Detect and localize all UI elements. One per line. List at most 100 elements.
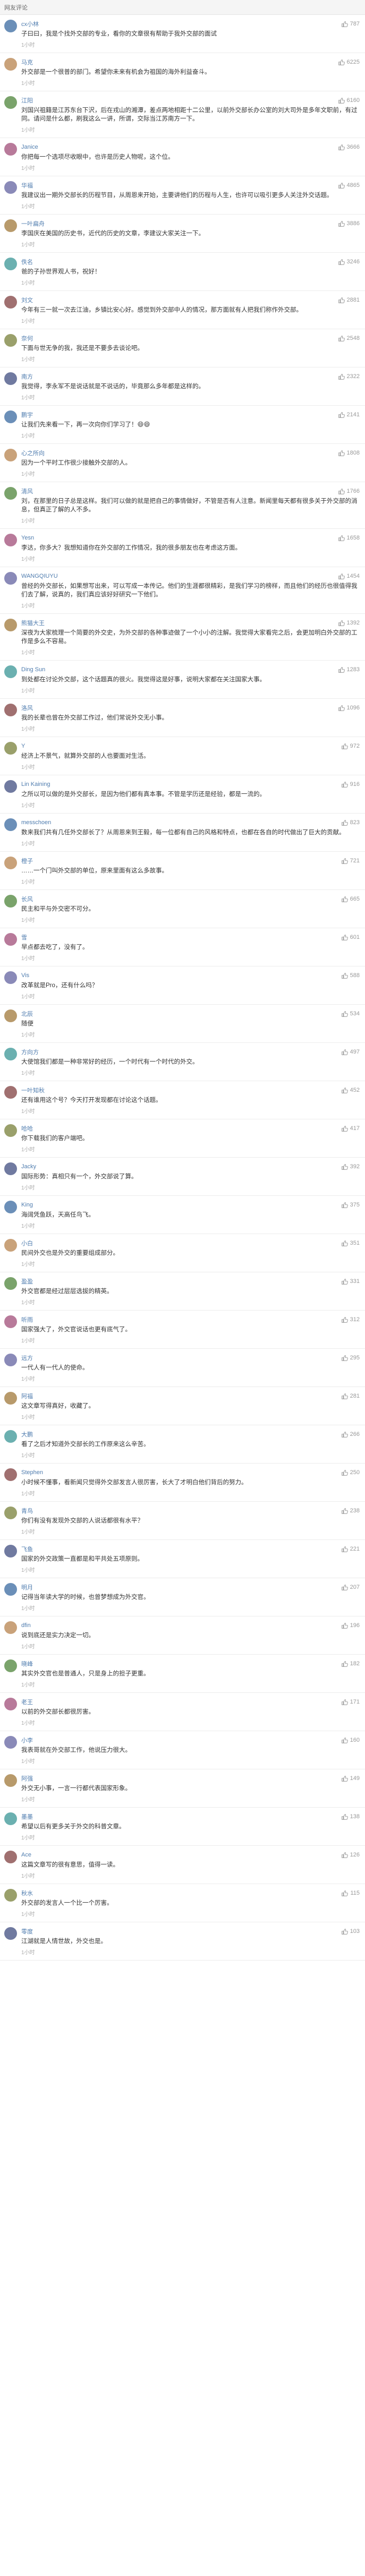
like-button[interactable]: 351 [341,1240,360,1247]
avatar[interactable] [4,971,17,984]
comment-author[interactable]: 晓峰 [21,1659,341,1668]
like-button[interactable]: 3246 [338,259,360,266]
avatar[interactable] [4,372,17,385]
comment-author[interactable]: 佚名 [21,258,338,266]
avatar[interactable] [4,1086,17,1099]
like-button[interactable]: 916 [341,781,360,788]
avatar[interactable] [4,704,17,716]
avatar[interactable] [4,780,17,793]
like-button[interactable]: 3886 [338,220,360,227]
avatar[interactable] [4,1201,17,1213]
avatar[interactable] [4,857,17,869]
like-button[interactable]: 1766 [338,488,360,495]
avatar[interactable] [4,449,17,461]
comment-author[interactable]: Vis [21,972,341,979]
avatar[interactable] [4,219,17,232]
comment-author[interactable]: 心之所向 [21,449,338,457]
like-button[interactable]: 126 [341,1852,360,1859]
avatar[interactable] [4,1659,17,1672]
like-button[interactable]: 3666 [338,144,360,151]
like-button[interactable]: 295 [341,1355,360,1362]
comment-author[interactable]: 远方 [21,1354,341,1362]
comment-author[interactable]: 老王 [21,1698,341,1706]
avatar[interactable] [4,1048,17,1060]
avatar[interactable] [4,572,17,585]
like-button[interactable]: 6160 [338,97,360,104]
comment-author[interactable]: Jacky [21,1163,341,1170]
like-button[interactable]: 588 [341,972,360,979]
like-button[interactable]: 2881 [338,297,360,304]
avatar[interactable] [4,933,17,946]
comment-author[interactable]: Y [21,743,341,749]
comment-author[interactable]: Janice [21,144,338,150]
comment-author[interactable]: 阿强 [21,1774,341,1783]
comment-author[interactable]: 飞鱼 [21,1545,341,1553]
comment-author[interactable]: 大鹏 [21,1430,341,1439]
comment-author[interactable]: 墨墨 [21,1812,341,1821]
like-button[interactable]: 721 [341,858,360,865]
avatar[interactable] [4,1162,17,1175]
like-button[interactable]: 238 [341,1508,360,1514]
avatar[interactable] [4,143,17,156]
avatar[interactable] [4,1774,17,1787]
comment-author[interactable]: 青鸟 [21,1507,341,1515]
avatar[interactable] [4,58,17,71]
comment-author[interactable]: 刘文 [21,296,338,304]
comment-author[interactable]: 马克 [21,58,338,66]
avatar[interactable] [4,1315,17,1328]
comment-author[interactable]: 洛风 [21,704,338,712]
like-button[interactable]: 375 [341,1202,360,1209]
comment-author[interactable]: 奈何 [21,334,338,343]
avatar[interactable] [4,1545,17,1557]
like-button[interactable]: 221 [341,1546,360,1553]
avatar[interactable] [4,895,17,908]
comment-author[interactable]: 长风 [21,895,341,903]
like-button[interactable]: 6225 [338,59,360,66]
avatar[interactable] [4,334,17,347]
avatar[interactable] [4,1927,17,1940]
avatar[interactable] [4,534,17,546]
comment-author[interactable]: 零度 [21,1927,341,1936]
avatar[interactable] [4,1621,17,1634]
avatar[interactable] [4,1430,17,1443]
comment-author[interactable]: 小白 [21,1239,341,1247]
like-button[interactable]: 1454 [338,573,360,580]
comment-author[interactable]: WANGQIUYU [21,573,338,579]
like-button[interactable]: 281 [341,1393,360,1400]
comment-author[interactable]: 一叶知秋 [21,1086,341,1094]
like-button[interactable]: 160 [341,1737,360,1744]
like-button[interactable]: 2141 [338,412,360,418]
avatar[interactable] [4,1851,17,1863]
avatar[interactable] [4,1812,17,1825]
like-button[interactable]: 312 [341,1316,360,1323]
like-button[interactable]: 823 [341,819,360,826]
avatar[interactable] [4,1507,17,1519]
like-button[interactable]: 601 [341,934,360,941]
comment-author[interactable]: 江阳 [21,96,338,105]
avatar[interactable] [4,1009,17,1022]
comment-author[interactable]: 哈哈 [21,1124,341,1133]
comment-author[interactable]: dfin [21,1622,341,1629]
like-button[interactable]: 452 [341,1087,360,1094]
like-button[interactable]: 2548 [338,335,360,342]
like-button[interactable]: 497 [341,1049,360,1056]
like-button[interactable]: 4865 [338,182,360,189]
like-button[interactable]: 266 [341,1431,360,1438]
avatar[interactable] [4,20,17,32]
like-button[interactable]: 417 [341,1125,360,1132]
comment-author[interactable]: 雪 [21,933,341,942]
like-button[interactable]: 196 [341,1622,360,1629]
comment-author[interactable]: cx小林 [21,20,341,28]
like-button[interactable]: 1096 [338,705,360,712]
comment-author[interactable]: 秋水 [21,1889,341,1897]
like-button[interactable]: 665 [341,896,360,903]
comment-author[interactable]: 北辰 [21,1009,341,1018]
comment-author[interactable]: 清风 [21,487,338,495]
avatar[interactable] [4,1698,17,1710]
avatar[interactable] [4,487,17,500]
avatar[interactable] [4,1239,17,1252]
like-button[interactable]: 1658 [338,535,360,542]
avatar[interactable] [4,665,17,678]
comment-author[interactable]: Yesn [21,535,338,541]
comment-author[interactable]: messchoen [21,819,341,826]
